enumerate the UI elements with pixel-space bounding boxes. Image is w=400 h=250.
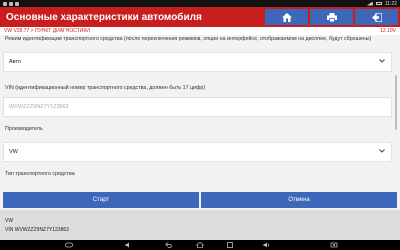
notification-icon [9,1,13,6]
home-button[interactable] [265,9,308,25]
notification-icon [3,1,7,6]
notification-icon [15,1,19,6]
identification-mode-label: Режим идентификации транспортного средст… [5,36,372,42]
status-time: 11:22 [384,0,397,7]
cancel-button[interactable]: Отмена [201,192,397,208]
vehicle-make: VW [5,218,14,224]
home-icon [281,12,292,22]
notification-icons [3,1,19,6]
chevron-down-icon [379,149,385,153]
breadcrumb: VW V28.77 > ПУНКТ ДИАГНОСТИКИ [4,28,90,34]
navigation-bar [0,240,400,250]
breadcrumb-bar: VW V28.77 > ПУНКТ ДИАГНОСТИКИ 12.10V [0,27,400,35]
manufacturer-select[interactable]: VW [3,142,392,162]
scrollbar[interactable] [395,75,397,130]
exit-button[interactable] [355,9,398,25]
vin-input[interactable]: WVWZZZ9NZ7Y123863 [3,97,392,117]
page-title: Основные характеристики автомобиля [6,11,202,23]
screenshot-icon[interactable] [330,242,338,248]
vin-placeholder: WVWZZZ9NZ7Y123863 [9,104,69,110]
start-button[interactable]: Старт [3,192,199,208]
battery-icon [375,2,382,5]
print-button[interactable] [310,9,353,25]
vehicle-type-label: Тип транспортного средства [5,171,75,177]
status-bar: 11:22 [0,0,400,7]
home-nav-icon[interactable] [196,242,204,248]
title-bar: Основные характеристики автомобиля [0,7,400,27]
recent-apps-icon[interactable] [226,242,234,248]
exit-icon [371,12,382,22]
action-buttons: Старт Отмена [3,192,397,208]
volume-down-icon[interactable] [125,242,133,248]
battery-voltage: 12.10V [380,28,396,34]
vehicle-info-panel: VW VIN WVWZZZ9NZ7Y123863 [0,210,400,240]
gamepad-icon[interactable] [65,242,73,248]
volume-up-icon[interactable] [263,242,271,248]
manufacturer-label: Производитель [5,126,43,132]
identification-mode-select[interactable]: Авто [3,52,392,72]
form-area: Режим идентификации транспортного средст… [0,35,400,192]
back-icon[interactable] [165,242,173,248]
chevron-down-icon [379,59,385,63]
manufacturer-value: VW [9,149,18,155]
printer-icon [326,12,337,22]
signal-icon [366,1,373,6]
vehicle-vin: VIN WVWZZZ9NZ7Y123863 [5,227,69,233]
vin-label: VIN (идентификационный номер транспортно… [5,85,206,91]
identification-mode-value: Авто [9,59,21,65]
